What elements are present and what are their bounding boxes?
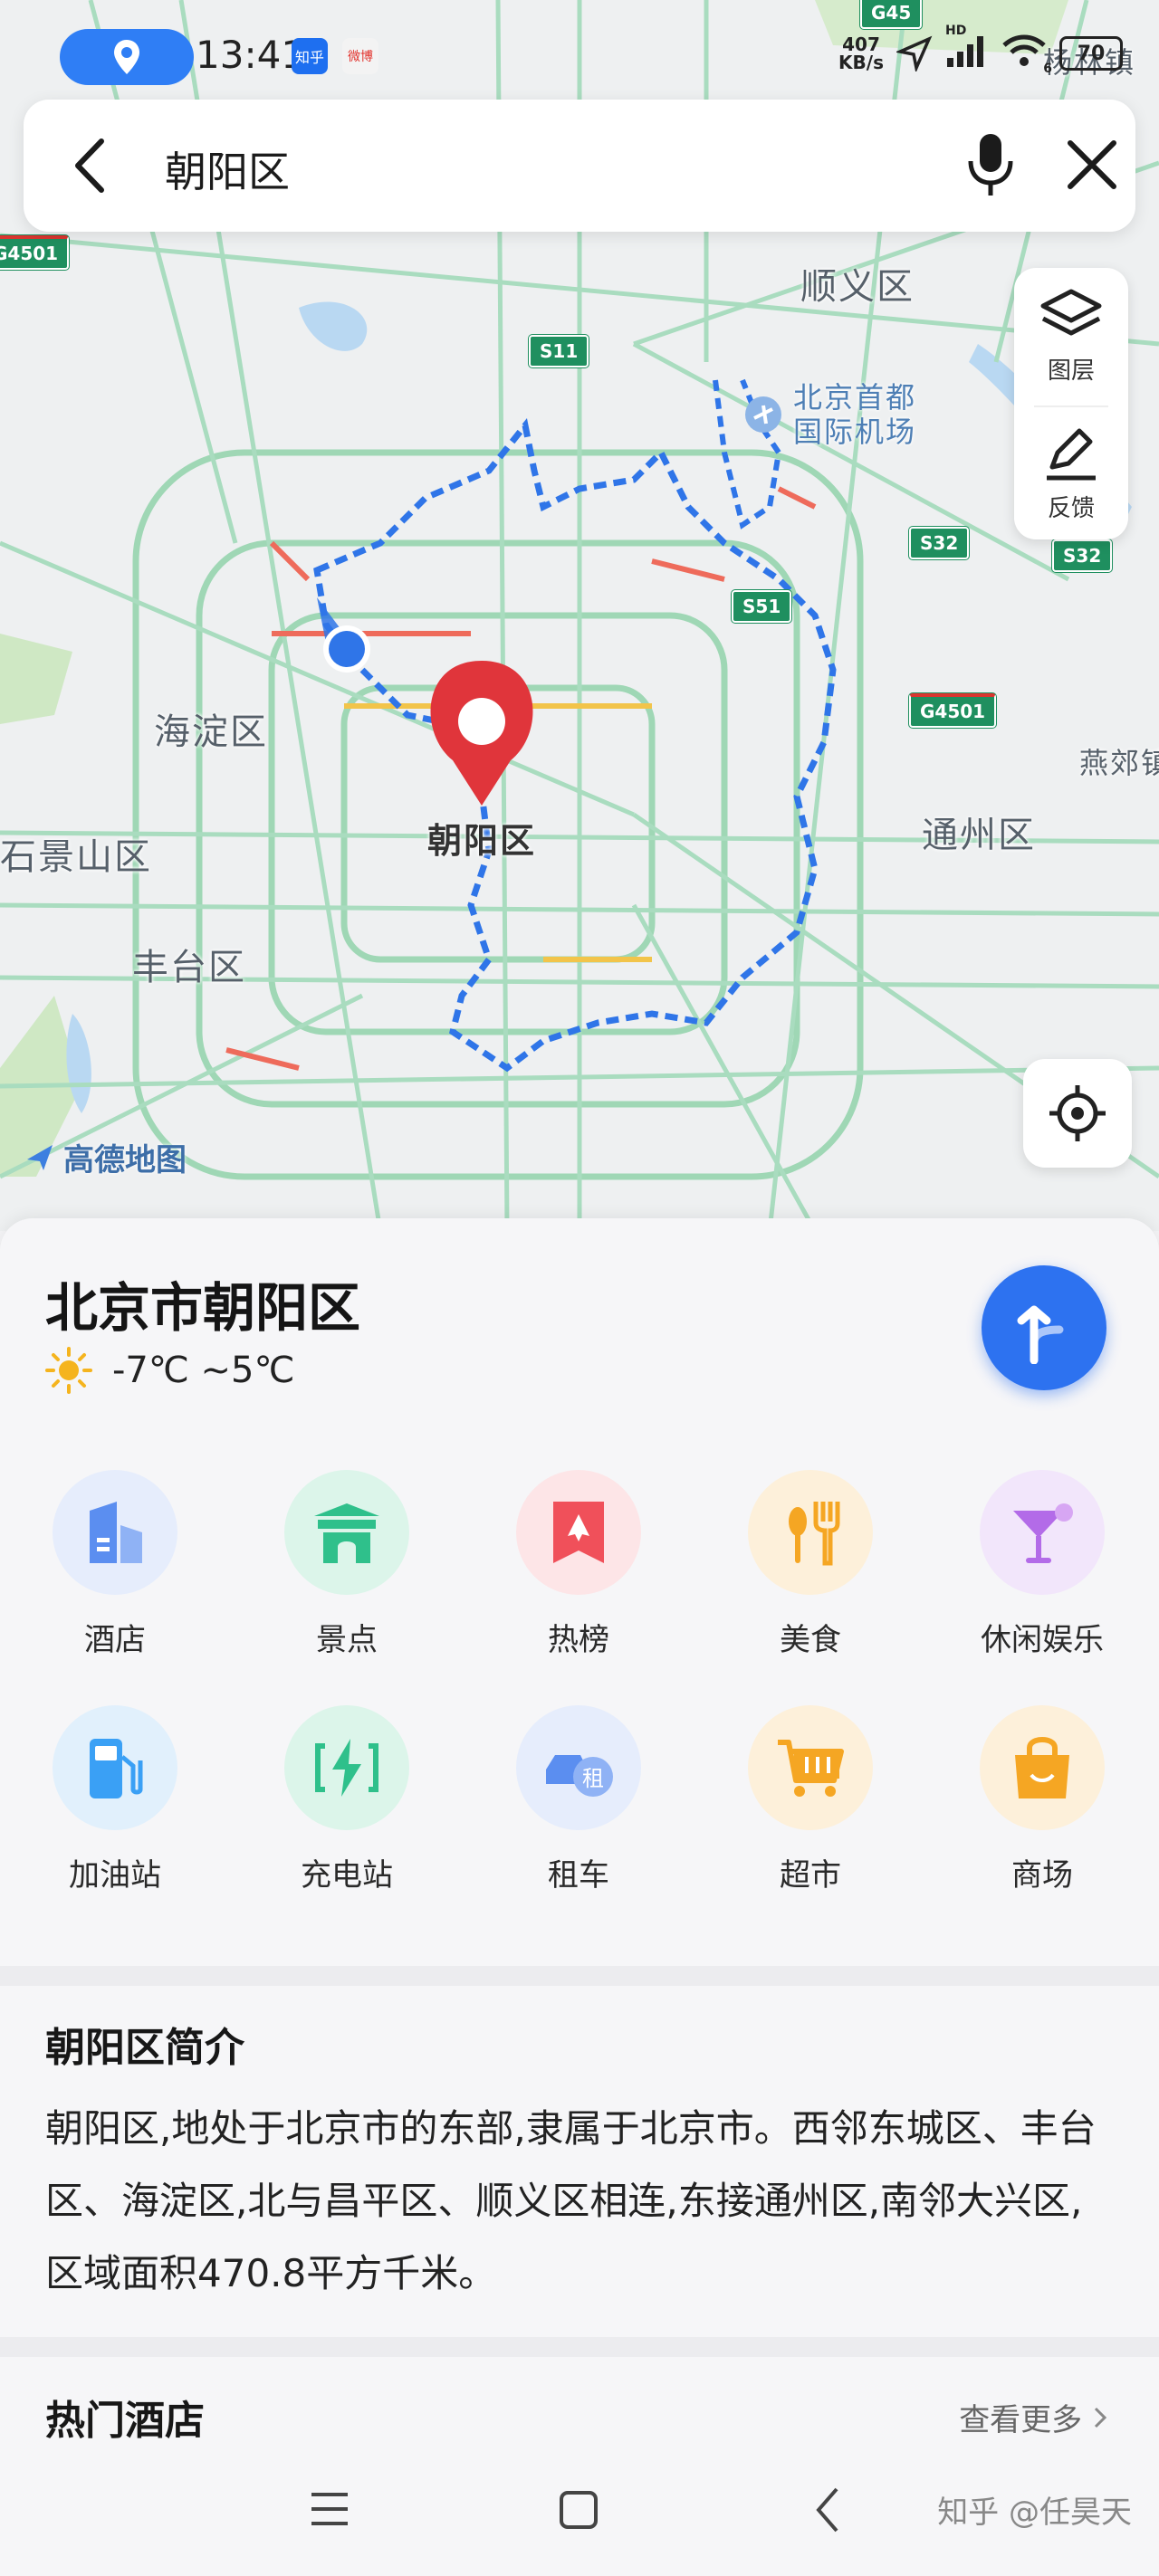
home-icon[interactable]	[558, 2489, 599, 2531]
map-label-shijingshan: 石景山区	[0, 836, 152, 878]
category-car-rental[interactable]: 租 租车	[488, 1705, 669, 1894]
sun-icon	[45, 1347, 92, 1394]
category-label: 租车	[548, 1857, 609, 1894]
section-divider	[0, 1966, 1159, 1986]
map-label-yanjiao: 燕郊镇	[1079, 746, 1159, 780]
hotel-icon	[53, 1470, 177, 1595]
hot-list-icon	[516, 1470, 641, 1595]
supermarket-icon	[748, 1705, 873, 1830]
map-label-airport: 北京首都 国际机场	[793, 380, 917, 449]
category-gas-station[interactable]: 加油站	[24, 1705, 206, 1894]
chevron-right-icon	[1094, 2407, 1107, 2428]
location-indicator[interactable]	[60, 29, 194, 85]
amap-arrow-icon	[27, 1144, 53, 1170]
tools-divider	[1034, 405, 1108, 407]
search-bar[interactable]: 朝阳区	[24, 100, 1135, 232]
edit-pencil-icon	[1047, 428, 1096, 481]
category-label: 商场	[1011, 1857, 1073, 1894]
route-arrow-icon	[1017, 1305, 1064, 1364]
category-label: 超市	[780, 1857, 841, 1894]
net-speed: 407 KB/s	[838, 33, 884, 73]
back-icon[interactable]	[811, 2485, 844, 2534]
status-time: 13:41	[196, 33, 306, 77]
amap-logo: 高德地图	[24, 1135, 187, 1179]
food-icon	[748, 1470, 873, 1595]
intro-title: 朝阳区简介	[45, 2025, 244, 2071]
map-label-shunyi: 顺义区	[800, 266, 915, 308]
feedback-label: 反馈	[1047, 495, 1095, 522]
category-mall[interactable]: 商场	[952, 1705, 1133, 1894]
road-shield: S11	[529, 335, 589, 367]
close-icon[interactable]	[1063, 136, 1121, 194]
status-right: 407 KB/s HD 6 70	[838, 24, 1123, 76]
category-label: 景点	[316, 1622, 378, 1658]
map-tools: 图层 反馈	[1014, 268, 1128, 539]
weather: -7℃ ~5℃	[45, 1347, 294, 1394]
category-label: 充电站	[301, 1857, 393, 1894]
hotels-title: 热门酒店	[45, 2398, 205, 2444]
place-panel: 北京市朝阳区 -7℃ ~5℃ 酒店 景点 热榜 美食 休闲娱乐 加油站 充电站 …	[0, 1218, 1159, 2576]
route-button[interactable]	[982, 1265, 1106, 1390]
back-arrow-icon[interactable]	[67, 134, 112, 197]
road-shield: S51	[732, 590, 792, 623]
scenic-spot-icon	[284, 1470, 409, 1595]
location-pin-icon	[114, 40, 139, 74]
category-label: 热榜	[548, 1622, 609, 1658]
road-shield: S32	[909, 527, 970, 559]
category-label: 美食	[780, 1622, 841, 1658]
view-more-link[interactable]: 查看更多	[959, 2395, 1110, 2439]
car-rental-icon: 租	[516, 1705, 641, 1830]
intro-text: 朝阳区,地处于北京市的东部,隶属于北京市。西邻东城区、丰台区、海淀区,北与昌平区…	[45, 2106, 1097, 2295]
microphone-icon[interactable]	[965, 130, 1016, 199]
wifi-icon: 6	[1001, 34, 1052, 76]
layers-label: 图层	[1047, 358, 1095, 385]
map-label-chaoyang: 朝阳区	[427, 821, 537, 861]
category-hotel[interactable]: 酒店	[24, 1470, 206, 1659]
section-divider	[0, 2337, 1159, 2357]
signal-icon: HD	[945, 24, 989, 72]
map-label-tongzhou: 通州区	[922, 815, 1036, 856]
zhihu-app-icon: 知乎	[292, 38, 328, 74]
road-shield: G4501	[909, 693, 997, 728]
gps-arrow-icon	[896, 35, 933, 72]
weibo-app-icon: 微博	[342, 38, 378, 74]
feedback-button[interactable]: 反馈	[1014, 425, 1128, 523]
map-label-haidian: 海淀区	[154, 711, 268, 753]
category-label: 加油站	[69, 1857, 161, 1894]
category-entertainment[interactable]: 休闲娱乐	[952, 1470, 1133, 1659]
watermark: 知乎 @任昊天	[937, 2495, 1132, 2531]
map-label-fengtai: 丰台区	[132, 947, 246, 988]
road-shield: S32	[1052, 539, 1113, 572]
battery-indicator: 70	[1059, 36, 1123, 71]
category-label: 酒店	[84, 1622, 146, 1658]
layers-icon	[1040, 289, 1102, 336]
category-supermarket[interactable]: 超市	[720, 1705, 901, 1894]
weather-text: -7℃ ~5℃	[112, 1350, 295, 1391]
crosshair-icon	[1049, 1085, 1106, 1141]
mall-icon	[980, 1705, 1105, 1830]
category-food[interactable]: 美食	[720, 1470, 901, 1659]
search-query[interactable]: 朝阳区	[165, 139, 290, 199]
category-label: 休闲娱乐	[981, 1622, 1104, 1658]
amap-logo-text: 高德地图	[63, 1142, 187, 1178]
category-hot-list[interactable]: 热榜	[488, 1470, 669, 1659]
place-title: 北京市朝阳区	[45, 1277, 361, 1339]
menu-icon[interactable]	[308, 2491, 351, 2527]
status-bar: 13:41 知乎 微博 407 KB/s HD 6 70	[0, 0, 1159, 98]
road-shield: G4501	[0, 235, 70, 270]
charging-station-icon	[284, 1705, 409, 1830]
svg-text:租: 租	[582, 1766, 604, 1791]
gas-station-icon	[53, 1705, 177, 1830]
category-charging-station[interactable]: 充电站	[256, 1705, 437, 1894]
layers-button[interactable]: 图层	[1014, 288, 1128, 386]
entertainment-icon	[980, 1470, 1105, 1595]
category-scenic[interactable]: 景点	[256, 1470, 437, 1659]
locate-me-button[interactable]	[1023, 1059, 1132, 1168]
